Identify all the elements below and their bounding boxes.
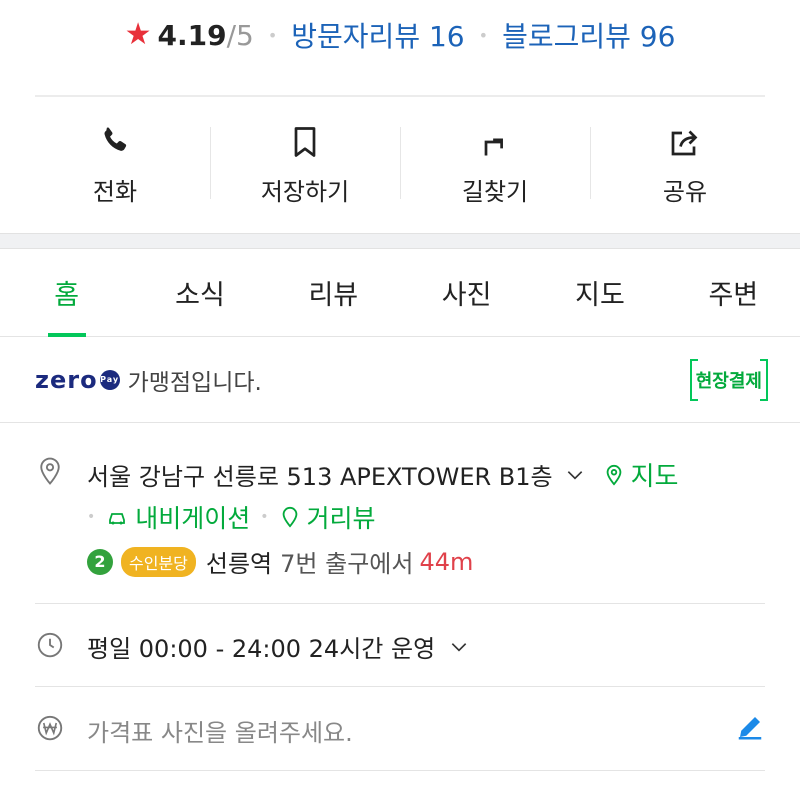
directions-icon	[484, 138, 503, 155]
map-link[interactable]: 지도	[603, 456, 678, 493]
price-row[interactable]: 가격표 사진을 올려주세요.	[0, 686, 800, 770]
zeropay-row: zero Pay 가맹점입니다. 현장결제	[0, 337, 800, 423]
won-icon	[37, 715, 63, 741]
tab-nearby[interactable]: 주변	[667, 249, 800, 336]
directions-button[interactable]: 길찾기	[400, 97, 590, 233]
action-label: 공유	[662, 177, 708, 206]
map-pin-icon	[606, 464, 621, 486]
rating-score: 4.19	[157, 18, 227, 52]
onsite-payment-badge: 현장결제	[689, 359, 768, 401]
rating-out-of: /5	[226, 18, 254, 52]
zeropay-text: 가맹점입니다.	[127, 369, 262, 396]
car-icon	[109, 513, 126, 525]
address-links: • 내비게이션 • 거리뷰	[87, 499, 376, 535]
next-row-partial	[0, 770, 800, 800]
navigation-link[interactable]: 내비게이션	[105, 499, 250, 535]
action-label: 저장하기	[260, 177, 350, 206]
save-button[interactable]: 저장하기	[210, 97, 400, 233]
hours-line: 평일 00:00 - 24:00 24시간 운영	[87, 629, 469, 664]
tab-home[interactable]: 홈	[0, 249, 133, 337]
phone-icon	[104, 126, 127, 151]
call-button[interactable]: 전화	[20, 97, 210, 233]
rating-row: ★ 4.19 /5 • 방문자리뷰 16 • 블로그리뷰 96	[0, 0, 800, 70]
chevron-down-icon[interactable]	[449, 637, 469, 657]
subway-info: 2 수인분당 선릉역 7번 출구에서 44m	[87, 544, 473, 579]
tab-photos[interactable]: 사진	[400, 249, 533, 336]
action-bar: 전화 저장하기 길찾기 공유	[20, 97, 780, 233]
tab-news[interactable]: 소식	[133, 249, 266, 336]
share-button[interactable]: 공유	[590, 97, 780, 233]
price-placeholder: 가격표 사진을 올려주세요.	[87, 719, 353, 747]
separator-dot: •	[267, 25, 278, 45]
section-separator	[0, 233, 800, 249]
star-icon: ★	[124, 17, 152, 52]
separator-dot: •	[478, 25, 489, 45]
distance-text: 44m	[419, 547, 474, 576]
location-pin-icon	[40, 457, 60, 485]
station-name: 선릉역	[205, 550, 273, 578]
tab-bar: 홈 소식 리뷰 사진 지도 주변	[0, 249, 800, 337]
street-view-icon	[282, 506, 297, 528]
hours-text: 평일 00:00 - 24:00 24시간 운영	[87, 635, 436, 663]
chevron-down-icon[interactable]	[565, 465, 585, 485]
hours-row[interactable]: 평일 00:00 - 24:00 24시간 운영	[0, 603, 800, 686]
tab-map[interactable]: 지도	[533, 249, 666, 336]
blog-reviews-link[interactable]: 블로그리뷰 96	[502, 15, 675, 55]
separator-dot: •	[260, 509, 269, 525]
street-view-link[interactable]: 거리뷰	[279, 499, 376, 535]
action-label: 길찾기	[461, 177, 529, 206]
zeropay-logo: zero Pay	[35, 365, 120, 394]
clock-icon	[37, 632, 63, 658]
address-text[interactable]: 서울 강남구 선릉로 513 APEXTOWER B1층	[87, 457, 553, 492]
tab-reviews[interactable]: 리뷰	[267, 249, 400, 336]
bookmark-icon	[294, 126, 316, 157]
separator-dot: •	[87, 509, 96, 525]
address-section: 서울 강남구 선릉로 513 APEXTOWER B1층 지도 • 내비게이션 …	[0, 423, 800, 603]
visitor-reviews-link[interactable]: 방문자리뷰 16	[291, 15, 464, 55]
edit-pencil-icon[interactable]	[735, 712, 765, 742]
subway-line-badge: 2	[87, 548, 113, 575]
subway-line-name-badge: 수인분당	[121, 546, 196, 577]
exit-text: 7번 출구에서	[280, 550, 414, 578]
address-line: 서울 강남구 선릉로 513 APEXTOWER B1층 지도	[87, 456, 678, 493]
share-icon	[671, 130, 698, 155]
action-label: 전화	[92, 177, 138, 206]
